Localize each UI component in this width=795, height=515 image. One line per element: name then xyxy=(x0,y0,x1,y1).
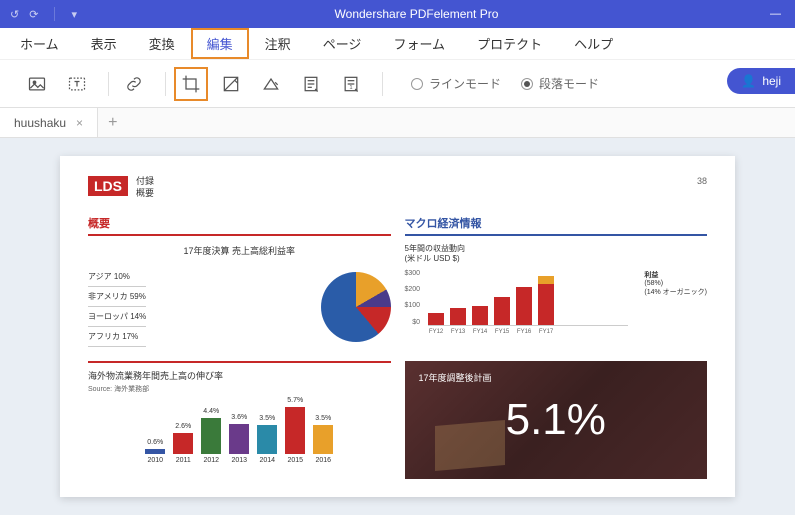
dropdown-icon[interactable]: ▾ xyxy=(71,8,77,21)
bar: FY16 xyxy=(516,287,532,324)
separator xyxy=(165,72,166,96)
text-tool-icon[interactable] xyxy=(60,67,94,101)
menu-help[interactable]: ヘルプ xyxy=(558,28,629,59)
paragraph-mode-radio[interactable]: 段落モード xyxy=(521,75,599,92)
growth-source: Source: 海外業務部 xyxy=(88,384,391,394)
growth-title: 海外物流業務年間売上高の伸び率 xyxy=(88,369,391,382)
bar: 5.7%2015 xyxy=(285,407,305,465)
link-tool-icon[interactable] xyxy=(117,67,151,101)
tabbar: huushaku × + xyxy=(0,108,795,138)
legend-item: アジア 10% xyxy=(88,267,146,287)
header-line2: 概要 xyxy=(136,188,154,200)
background-tool-icon[interactable] xyxy=(254,67,288,101)
bar: 3.5%2014 xyxy=(257,425,277,464)
separator xyxy=(382,72,383,96)
menu-form[interactable]: フォーム xyxy=(377,28,461,59)
menu-view[interactable]: 表示 xyxy=(75,28,133,59)
divider xyxy=(54,7,55,21)
line-mode-label: ラインモード xyxy=(429,75,501,92)
document-tab[interactable]: huushaku × xyxy=(0,108,98,137)
bar: FY17 xyxy=(538,276,554,325)
line-mode-radio[interactable]: ラインモード xyxy=(411,75,501,92)
macro-y-axis: $300 $200 $100 $0 xyxy=(405,270,421,326)
user-name: heji xyxy=(762,74,781,88)
macro-panel: マクロ経済情報 5年間の収益動向 (米ドル USD $) $300 $200 $… xyxy=(405,215,708,347)
bar: 2.6%2011 xyxy=(173,433,193,465)
pie-title: 17年度決算 売上高総利益率 xyxy=(88,244,391,257)
edit-mode-radio-group: ラインモード 段落モード xyxy=(411,75,599,92)
pie-legend: アジア 10% 非アメリカ 59% ヨーロッパ 14% アフリカ 17% xyxy=(88,267,146,347)
pie-chart xyxy=(321,272,391,342)
menubar: ホーム 表示 変換 編集 注釈 ページ フォーム プロテクト ヘルプ xyxy=(0,28,795,60)
bar: FY12 xyxy=(428,313,444,324)
macro-bars: FY12 FY13 FY14 FY15 FY16 FY17 xyxy=(428,270,628,326)
photo-percentage: 5.1% xyxy=(506,395,606,445)
page-header: LDS 付録 概要 xyxy=(88,176,707,199)
macro-title: マクロ経済情報 xyxy=(405,215,708,236)
user-account-button[interactable]: 👤 heji xyxy=(727,68,795,94)
header-line1: 付録 xyxy=(136,176,154,188)
image-tool-icon[interactable] xyxy=(20,67,54,101)
minimize-icon[interactable]: — xyxy=(756,8,795,20)
macro-annotation: 利益 (58%) (14% オーガニック) xyxy=(644,270,707,326)
app-title: Wondershare PDFelement Pro xyxy=(77,7,756,21)
menu-edit[interactable]: 編集 xyxy=(191,28,249,59)
overview-panel: 概要 17年度決算 売上高総利益率 アジア 10% 非アメリカ 59% ヨーロッ… xyxy=(88,215,391,347)
add-tab-button[interactable]: + xyxy=(98,114,127,132)
user-icon: 👤 xyxy=(741,74,756,88)
radio-off-icon xyxy=(411,78,423,90)
menu-protect[interactable]: プロテクト xyxy=(461,28,558,59)
watermark-tool-icon[interactable] xyxy=(214,67,248,101)
lds-badge: LDS xyxy=(88,176,128,196)
bar: FY15 xyxy=(494,297,510,325)
paragraph-mode-label: 段落モード xyxy=(539,75,599,92)
bar: 3.5%2016 xyxy=(313,425,333,464)
menu-home[interactable]: ホーム xyxy=(4,28,75,59)
legend-item: 非アメリカ 59% xyxy=(88,287,146,307)
undo-icon[interactable]: ↺ xyxy=(10,8,19,21)
document-canvas[interactable]: LDS 付録 概要 38 概要 17年度決算 売上高総利益率 アジア 10% 非… xyxy=(0,138,795,515)
bates-tool-icon[interactable]: 1 xyxy=(334,67,368,101)
macro-subtitle: 5年間の収益動向 (米ドル USD $) xyxy=(405,244,708,263)
separator xyxy=(108,72,109,96)
growth-panel: 海外物流業務年間売上高の伸び率 Source: 海外業務部 0.6%2010 2.… xyxy=(88,361,391,479)
radio-on-icon xyxy=(521,78,533,90)
menu-comment[interactable]: 注釈 xyxy=(249,28,307,59)
legend-item: アフリカ 17% xyxy=(88,327,146,347)
legend-item: ヨーロッパ 14% xyxy=(88,307,146,327)
bar: 4.4%2012 xyxy=(201,418,221,465)
toolbar: 1 ラインモード 段落モード 👤 heji xyxy=(0,60,795,108)
menu-convert[interactable]: 変換 xyxy=(133,28,191,59)
svg-text:1: 1 xyxy=(349,85,352,91)
bar: FY14 xyxy=(472,306,488,325)
crop-tool-icon[interactable] xyxy=(174,67,208,101)
menu-page[interactable]: ページ xyxy=(307,28,378,59)
photo-panel: 17年度調整後計画 5.1% xyxy=(405,361,708,479)
tab-label: huushaku xyxy=(14,116,66,130)
page-number: 38 xyxy=(697,176,707,186)
bar: 3.6%2013 xyxy=(229,424,249,464)
titlebar: ↺ ⟳ ▾ Wondershare PDFelement Pro — xyxy=(0,0,795,28)
redo-icon[interactable]: ⟳ xyxy=(29,8,38,21)
pdf-page[interactable]: LDS 付録 概要 38 概要 17年度決算 売上高総利益率 アジア 10% 非… xyxy=(60,156,735,497)
bar: FY13 xyxy=(450,308,466,325)
bar: 0.6%2010 xyxy=(145,449,165,464)
close-icon[interactable]: × xyxy=(76,116,83,130)
overview-title: 概要 xyxy=(88,215,391,236)
growth-bars: 0.6%2010 2.6%2011 4.4%2012 3.6%2013 3.5%2014… xyxy=(88,404,391,464)
photo-title: 17年度調整後計画 xyxy=(419,371,492,384)
header-footer-tool-icon[interactable] xyxy=(294,67,328,101)
